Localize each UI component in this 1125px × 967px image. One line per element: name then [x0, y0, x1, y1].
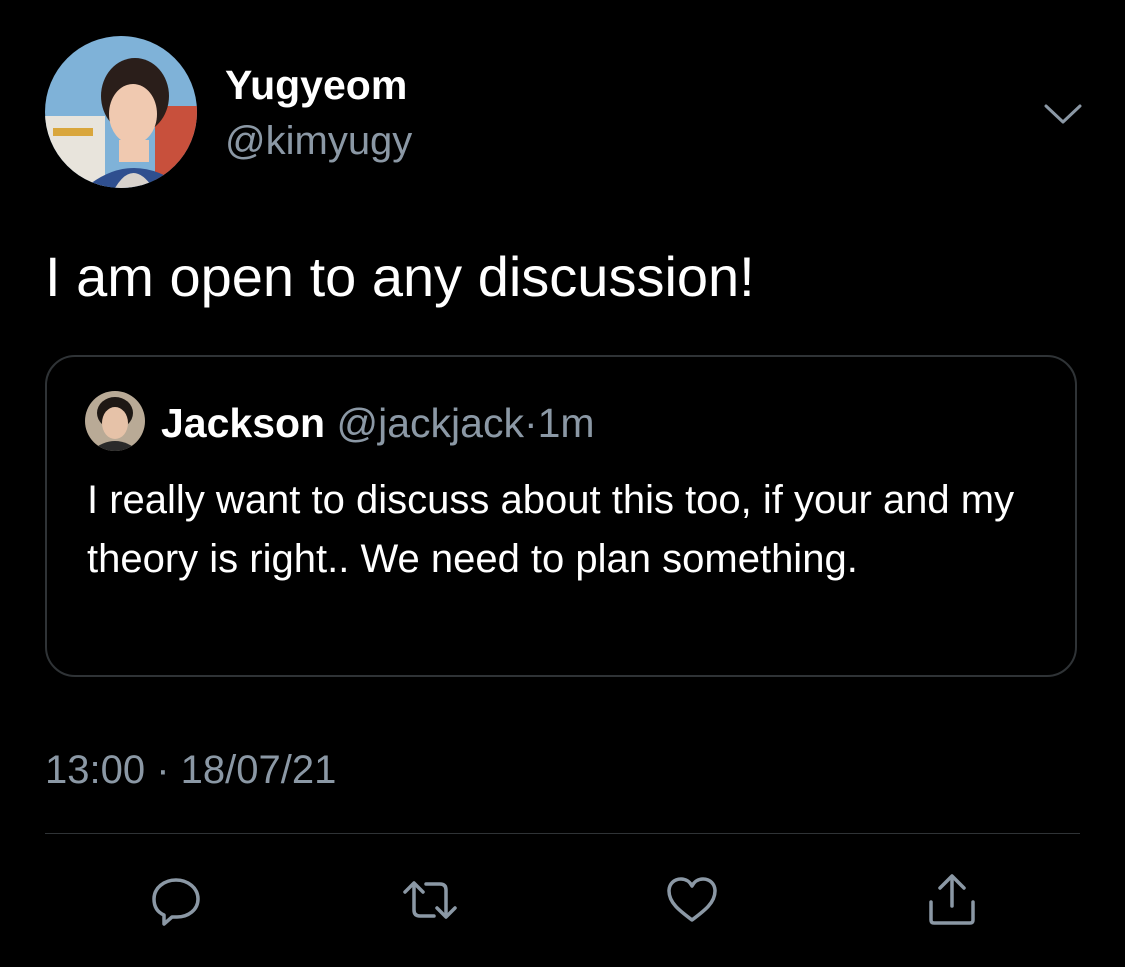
- quoted-tweet-header: Jackson @jackjack·1m: [161, 399, 595, 447]
- author-handle[interactable]: @kimyugy: [225, 119, 412, 164]
- quoted-author-handle[interactable]: @jackjack: [337, 400, 524, 446]
- quoted-tweet-card[interactable]: Jackson @jackjack·1m I really want to di…: [45, 355, 1077, 677]
- share-icon[interactable]: [924, 872, 980, 928]
- quoted-author-avatar[interactable]: [85, 391, 145, 451]
- quoted-tweet-text: I really want to discuss about this too,…: [87, 478, 1015, 581]
- divider: [45, 833, 1080, 834]
- tweet-timestamp: 13:00 · 18/07/21: [45, 748, 337, 792]
- tweet-text: I am open to any discussion!: [45, 245, 755, 308]
- like-icon[interactable]: [664, 872, 720, 928]
- author-name[interactable]: Yugyeom: [225, 62, 407, 109]
- quoted-time: 1m: [537, 400, 595, 446]
- author-avatar[interactable]: [45, 36, 197, 188]
- retweet-icon[interactable]: [402, 872, 458, 928]
- quoted-author-name[interactable]: Jackson: [161, 400, 325, 446]
- reply-icon[interactable]: [148, 872, 204, 928]
- chevron-down-icon[interactable]: [1043, 100, 1083, 128]
- tweet-page: { "tweet": { "author_name": "Yugyeom", "…: [0, 0, 1125, 967]
- quoted-separator: ·: [523, 400, 538, 446]
